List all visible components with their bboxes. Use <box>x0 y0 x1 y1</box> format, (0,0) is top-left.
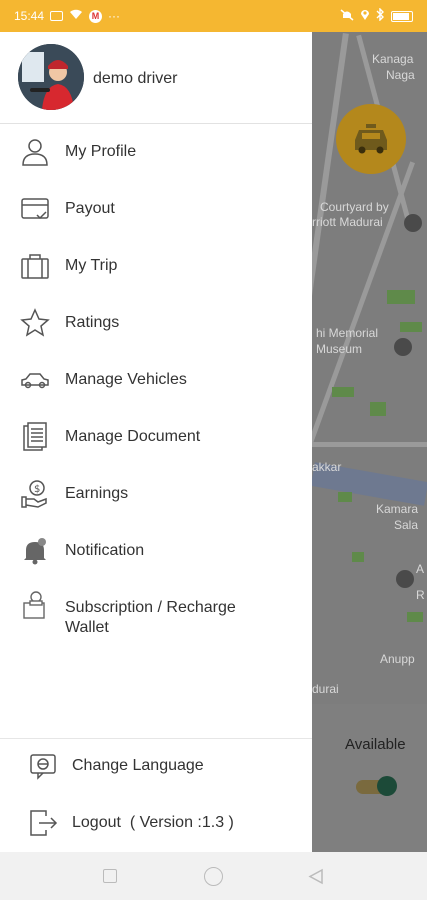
menu-item-ratings[interactable]: Ratings <box>0 295 312 351</box>
back-icon <box>308 868 323 885</box>
wallet-icon <box>20 590 50 620</box>
menu-item-label: Manage Vehicles <box>65 371 187 388</box>
logout-icon <box>28 808 58 838</box>
menu-item-label: Logout ( Version :1.3 ) <box>72 814 234 831</box>
menu-item-earnings[interactable]: $ Earnings <box>0 466 312 522</box>
mute-icon <box>340 8 354 24</box>
availability-label: Available <box>345 736 406 753</box>
drawer-header[interactable]: demo driver <box>0 32 312 124</box>
map-poi-pin <box>404 214 422 232</box>
back-button[interactable] <box>308 868 324 890</box>
home-button[interactable] <box>204 867 223 886</box>
taxi-button[interactable] <box>336 104 406 174</box>
more-dots-icon: ··· <box>108 9 121 23</box>
star-icon <box>20 308 50 338</box>
map-label: durai <box>312 682 339 696</box>
map-label: Courtyard by <box>320 200 389 214</box>
card-icon <box>20 194 50 224</box>
navigation-drawer: demo driver My Profile Payout My Trip Ra… <box>0 32 312 852</box>
menu-item-label: Ratings <box>65 314 120 331</box>
notification-icon <box>50 11 64 21</box>
menu-item-subscription-wallet[interactable]: Subscription / Recharge Wallet <box>0 588 312 648</box>
car-icon <box>20 365 50 395</box>
menu-item-payout[interactable]: Payout <box>0 181 312 237</box>
language-icon <box>28 751 58 781</box>
driver-name: demo driver <box>93 70 178 87</box>
menu-item-label: Earnings <box>65 485 129 502</box>
map-label: R <box>416 588 425 602</box>
hospital-pin <box>396 570 414 588</box>
availability-panel <box>312 704 427 852</box>
briefcase-icon <box>20 251 50 281</box>
bluetooth-icon <box>376 7 385 24</box>
avatar[interactable] <box>18 44 84 110</box>
taxi-icon <box>355 124 387 154</box>
map-label: Naga <box>386 68 415 82</box>
location-icon <box>360 8 370 24</box>
money-hand-icon: $ <box>20 479 50 509</box>
museum-pin <box>394 338 412 356</box>
recents-button[interactable] <box>103 869 117 883</box>
menu-item-logout[interactable]: Logout ( Version :1.3 ) <box>0 795 312 851</box>
menu-item-label: Payout <box>65 200 115 217</box>
wifi-icon <box>69 9 83 23</box>
map-label: akkar <box>312 460 342 474</box>
document-icon <box>20 422 50 452</box>
svg-text:$: $ <box>34 484 40 495</box>
person-icon <box>20 137 50 167</box>
map-label: rriott Madurai <box>312 215 383 229</box>
menu-item-my-profile[interactable]: My Profile <box>0 124 312 180</box>
status-bar: 15:44 M ··· <box>0 0 427 32</box>
menu-item-label: My Trip <box>65 257 118 274</box>
map-label: Anupp <box>380 652 415 666</box>
menu-item-manage-vehicles[interactable]: Manage Vehicles <box>0 352 312 408</box>
availability-toggle[interactable] <box>377 776 397 796</box>
menu-item-my-trip[interactable]: My Trip <box>0 238 312 294</box>
menu-item-label: Change Language <box>72 757 204 774</box>
map-label: hi Memorial <box>316 326 379 340</box>
battery-icon <box>391 10 413 22</box>
menu-item-label: Notification <box>65 542 145 559</box>
system-nav-bar <box>0 852 427 900</box>
menu-item-change-language[interactable]: Change Language <box>0 738 312 794</box>
bell-icon <box>20 536 50 566</box>
map-label: A <box>416 562 425 576</box>
menu-item-notification[interactable]: Notification <box>0 523 312 579</box>
gmail-icon: M <box>89 9 103 23</box>
menu-item-label: Manage Document <box>65 428 201 445</box>
menu-item-manage-document[interactable]: Manage Document <box>0 409 312 465</box>
map-label: Sala <box>394 518 419 532</box>
status-time: 15:44 <box>14 9 45 23</box>
map-label: Museum <box>316 342 363 356</box>
map-label: Kanaga <box>372 52 414 66</box>
map-label: Kamara <box>376 502 419 516</box>
menu-item-label: My Profile <box>65 143 137 160</box>
menu-item-label: Subscription / Recharge Wallet <box>65 599 236 636</box>
